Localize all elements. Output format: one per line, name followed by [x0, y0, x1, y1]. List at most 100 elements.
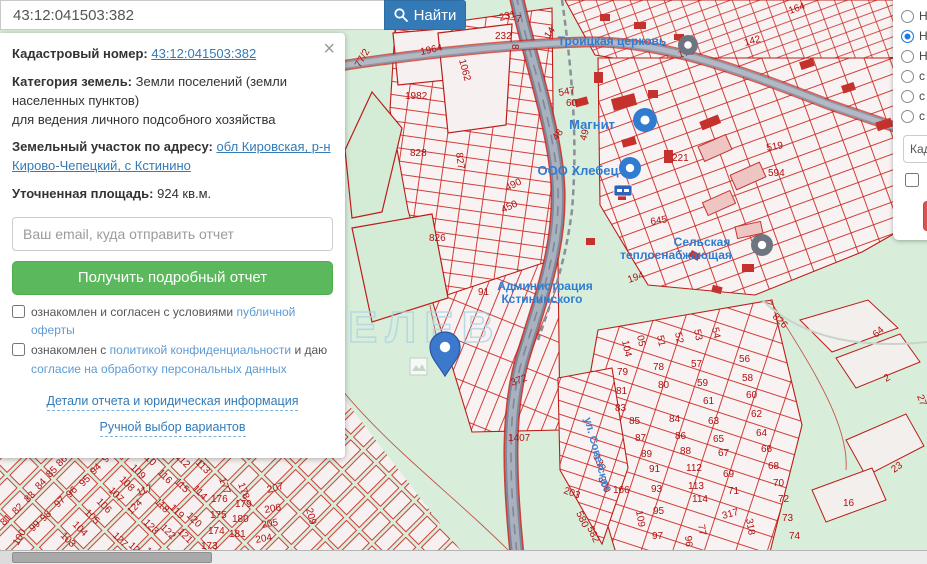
layer-radio-button[interactable] — [901, 110, 914, 123]
layer-radio-label: с — [919, 109, 925, 123]
parcel-number-label: 59 — [697, 378, 709, 389]
poi-marker-dot — [640, 115, 649, 124]
manual-selection-link[interactable]: Ручной выбор вариантов — [100, 418, 246, 437]
layer-radio-label: с — [919, 69, 925, 83]
parcel-number-label: 81 — [616, 386, 628, 397]
parcel-number-label: 58 — [742, 373, 754, 384]
offer-consent-row: ознакомлен и согласен с условиями публич… — [12, 303, 333, 339]
parcel-number-label: 175 — [210, 510, 227, 521]
panel-search-button[interactable] — [923, 201, 927, 231]
poi-label: Администрация — [497, 279, 592, 293]
parcel-number-label: 72 — [778, 494, 790, 505]
layer-radio-row: с — [901, 106, 927, 126]
parcel-number-label: 113 — [688, 481, 704, 492]
layer-radio-row: Н — [901, 46, 927, 66]
layer-radio-row: с — [901, 86, 927, 106]
poi-marker-dot — [758, 241, 766, 249]
layers-panel: НННссс — [893, 0, 927, 240]
email-input[interactable] — [12, 217, 333, 251]
address-label: Земельный участок по адресу: — [12, 139, 213, 154]
search-button[interactable]: Найти — [384, 0, 466, 30]
parcel-number-label: 73 — [782, 513, 794, 524]
parcel-number-label: 91 — [478, 287, 490, 298]
parcel-number-label: 16 — [843, 498, 855, 509]
area-label: Уточненная площадь: — [12, 186, 153, 201]
get-report-button[interactable]: Получить подробный отчет — [12, 261, 333, 295]
layer-radio-label: с — [919, 89, 925, 103]
parcel-number-label: 69 — [723, 469, 735, 480]
parcel-number-label: 181 — [229, 529, 246, 540]
parcel-number-label: 174 — [208, 526, 225, 537]
parcel-number-label: 60 — [566, 98, 578, 109]
parcel-number-label: 96 — [682, 535, 694, 547]
poi-label: Сельская — [674, 235, 731, 249]
parcel-number-label: 1407 — [508, 433, 531, 444]
cadastral-number-link[interactable]: 43:12:041503:382 — [151, 46, 256, 61]
layer-radio-label: Н — [919, 9, 927, 23]
poi-marker-dot — [626, 164, 634, 172]
layer-radio-label: Н — [919, 49, 927, 63]
layer-radio-button[interactable] — [901, 50, 914, 63]
offer-consent-checkbox[interactable] — [12, 305, 25, 318]
parcel-number-label: 79 — [617, 367, 629, 378]
scrollbar-edge — [0, 551, 12, 564]
privacy-policy-link[interactable]: политикой конфиденциальности — [110, 343, 291, 357]
parcel-number-label: 60 — [746, 390, 758, 401]
poi-marker-dot — [684, 41, 692, 49]
cadastral-number-label: Кадастровый номер: — [12, 46, 148, 61]
parcel-number-label: 112 — [686, 463, 702, 474]
parcel-number-label: 71 — [728, 486, 740, 497]
parcel-number-label: 95 — [653, 506, 665, 517]
layer-radio-button[interactable] — [901, 90, 914, 103]
search-input[interactable] — [0, 0, 384, 30]
personal-data-link[interactable]: согласие на обработку персональных данны… — [31, 362, 287, 376]
close-icon[interactable]: × — [323, 39, 335, 59]
area-value: 924 кв.м. — [157, 186, 211, 201]
search-icon — [394, 8, 408, 22]
layer-radio-button[interactable] — [901, 30, 914, 43]
layer-radio-row: с — [901, 66, 927, 86]
poi-label: Магнит — [569, 117, 615, 132]
land-category-label: Категория земель: — [12, 74, 132, 89]
land-category-value2: для ведения личного подсобного хозяйства — [12, 112, 276, 127]
report-details-link[interactable]: Детали отчета и юридическая информация — [47, 392, 299, 411]
privacy-consent-row: ознакомлен с политикой конфиденциальност… — [12, 341, 333, 359]
parcel-number-label: 114 — [692, 494, 708, 505]
parcel-number-label: 83 — [615, 403, 627, 414]
parcel-number-label: 89 — [641, 449, 653, 460]
map-watermark: ЕЛЕВ — [348, 303, 501, 352]
search-button-label: Найти — [414, 7, 457, 24]
parcel-number-label: 828 — [410, 148, 427, 159]
search-bar: Найти — [0, 0, 466, 30]
parcel-number-label: 179 — [235, 499, 252, 510]
parcel-number-label: 61 — [703, 396, 715, 407]
cadastral-search-input[interactable] — [903, 135, 927, 163]
parcel-number-label: 80 — [658, 380, 670, 391]
parcel-number-label: 84 — [669, 414, 681, 425]
parcel-number-label: 56 — [739, 354, 751, 365]
poi-label: Кстининского — [502, 292, 583, 306]
parcel-number-label: 66 — [761, 444, 773, 455]
cadastral-number-row: Кадастровый номер: 43:12:041503:382 — [12, 45, 333, 64]
parcel-number-label: 63 — [708, 416, 720, 427]
parcel-number-label: 67 — [718, 448, 730, 459]
layer-radio-row: Н — [901, 6, 927, 26]
parcel-number-label: 1982 — [405, 91, 428, 102]
parcel-number-label: 78 — [653, 362, 665, 373]
privacy-consent-text: ознакомлен с политикой конфиденциальност… — [31, 341, 327, 359]
layer-radio-button[interactable] — [901, 10, 914, 23]
layer-radio-button[interactable] — [901, 70, 914, 83]
panel-checkbox[interactable] — [905, 173, 919, 187]
privacy-consent-checkbox[interactable] — [12, 343, 25, 356]
poi-label: теплоснабжающая — [620, 248, 732, 262]
parcel-number-label: 93 — [651, 484, 663, 495]
area-row: Уточненная площадь: 924 кв.м. — [12, 185, 333, 204]
parcel-number-label: 180 — [232, 514, 249, 525]
scrollbar-thumb[interactable] — [12, 552, 212, 563]
parcel-number-label: 232 — [495, 31, 512, 42]
personal-data-row: согласие на обработку персональных данны… — [31, 361, 333, 378]
parcel-number-label: 62 — [751, 409, 763, 420]
parcel-number-label: 166 — [613, 485, 630, 496]
parcel-number-label: 826 — [429, 233, 446, 244]
layer-radio-list: НННссс — [901, 6, 927, 126]
